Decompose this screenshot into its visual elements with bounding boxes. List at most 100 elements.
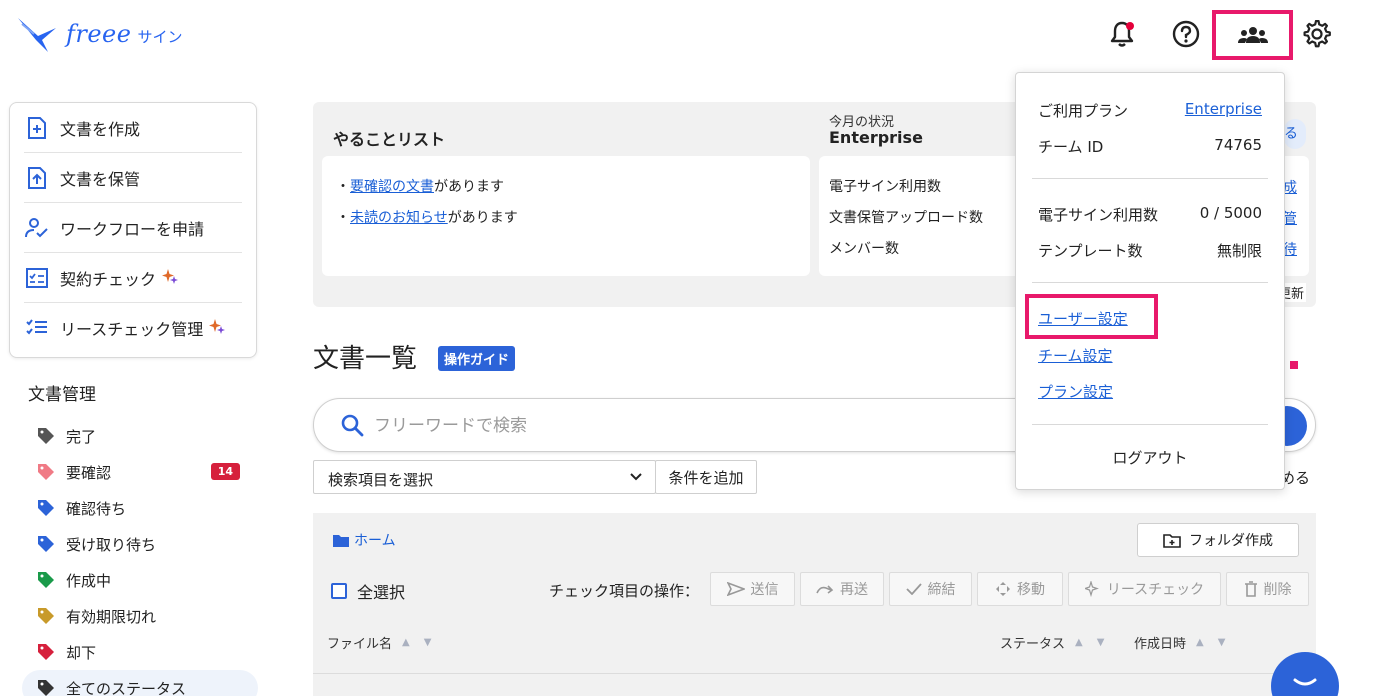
logo-suffix: サイン: [137, 27, 183, 46]
send-button[interactable]: 送信: [710, 572, 795, 606]
workflow-request-button[interactable]: ワークフローを申請: [24, 203, 242, 253]
esign-label: 電子サイン利用数: [1038, 206, 1159, 224]
search-field-select-value: 検索項目を選択: [328, 471, 434, 489]
column-filename-label: ファイル名: [327, 637, 393, 652]
move-button[interactable]: 移動: [977, 572, 1063, 606]
folder-plus-icon: [1163, 533, 1181, 548]
status-label: 要確認: [66, 463, 112, 482]
conclude-button[interactable]: 締結: [889, 572, 972, 606]
app-header: freee サイン: [0, 0, 1374, 70]
plan-settings-link[interactable]: プラン設定: [1038, 381, 1113, 402]
settings-button[interactable]: [1299, 16, 1335, 52]
plan-link[interactable]: Enterprise: [1185, 100, 1262, 121]
sort-arrows-icon[interactable]: ▲▼: [1196, 637, 1239, 648]
tag-icon: [38, 536, 54, 552]
column-status-label: ステータス: [1000, 637, 1066, 652]
status-expired[interactable]: 有効期限切れ: [22, 598, 258, 634]
select-all-checkbox[interactable]: 全選択: [331, 579, 405, 603]
help-button[interactable]: [1168, 16, 1204, 52]
sort-arrows-icon[interactable]: ▲▼: [1075, 637, 1118, 648]
sidebar-action-card: 文書を作成 文書を保管 ワークフローを申請 契約チェック リースチェック管理: [9, 102, 257, 358]
contract-check-button[interactable]: 契約チェック: [24, 253, 242, 303]
bird-logo-icon: [18, 18, 56, 52]
lease-check-op-label: リースチェック: [1106, 582, 1205, 598]
create-document-label: 文書を作成: [60, 119, 141, 139]
chat-icon: [1293, 678, 1317, 686]
status-all[interactable]: 全てのステータス: [22, 670, 258, 696]
resend-button[interactable]: 再送: [800, 572, 884, 606]
conclude-label: 締結: [927, 582, 956, 598]
notification-button[interactable]: [1104, 16, 1140, 52]
status-label: 却下: [66, 643, 97, 662]
tag-icon: [38, 680, 54, 696]
operation-guide-button[interactable]: 操作ガイド: [438, 346, 516, 371]
team-button[interactable]: [1212, 10, 1293, 60]
status-awaiting-receipt[interactable]: 受け取り待ち: [22, 526, 258, 562]
partially-hidden-link[interactable]: 管: [1283, 208, 1297, 228]
store-document-button[interactable]: 文書を保管: [24, 153, 242, 203]
column-filename[interactable]: ファイル名 ▲▼: [327, 633, 445, 652]
contract-check-label: 契約チェック: [60, 269, 157, 289]
delete-label: 削除: [1263, 582, 1292, 598]
template-row: テンプレート数 無制限: [1038, 240, 1262, 261]
breadcrumb[interactable]: ホーム: [333, 530, 396, 550]
move-label: 移動: [1017, 582, 1045, 598]
column-status[interactable]: ステータス ▲▼: [1000, 633, 1118, 652]
logo-word: freee: [66, 20, 132, 48]
freeword-search-input[interactable]: [374, 413, 974, 439]
column-created-label: 作成日時: [1134, 637, 1187, 652]
status-filter-list: 完了 要確認 14 確認待ち 受け取り待ち 作成中 有効期限切れ 却下 全てのス…: [22, 418, 258, 696]
lease-check-button[interactable]: リースチェック管理: [24, 303, 242, 353]
user-check-icon: [24, 215, 50, 241]
freee-sign-logo[interactable]: freee サイン: [16, 14, 182, 54]
todo-suffix: があります: [434, 179, 504, 195]
user-settings-link[interactable]: ユーザー設定: [1038, 308, 1128, 329]
status-label: 有効期限切れ: [66, 607, 157, 626]
annotation-marker: [1290, 361, 1298, 369]
template-label: テンプレート数: [1038, 242, 1143, 260]
status-awaiting-confirmation[interactable]: 確認待ち: [22, 490, 258, 526]
header-divider: [313, 673, 1316, 674]
status-rejected[interactable]: 却下: [22, 634, 258, 670]
add-condition-button[interactable]: 条件を追加: [655, 460, 757, 494]
tag-icon: [38, 608, 54, 624]
lease-check-op-button[interactable]: リースチェック: [1068, 572, 1221, 606]
resend-label: 再送: [840, 582, 868, 598]
sort-arrows-icon[interactable]: ▲▼: [402, 637, 445, 648]
plan-row: ご利用プラン Enterprise: [1038, 100, 1262, 121]
team-icon: [1237, 27, 1268, 43]
status-needs-review[interactable]: 要確認 14: [22, 454, 258, 490]
tag-icon: [38, 644, 54, 660]
file-upload-icon: [24, 165, 50, 191]
team-settings-link[interactable]: チーム設定: [1038, 345, 1113, 366]
workflow-request-label: ワークフローを申請: [60, 219, 205, 239]
column-created[interactable]: 作成日時 ▲▼: [1134, 633, 1239, 652]
needs-review-link[interactable]: 要確認の文書: [350, 179, 434, 195]
send-label: 送信: [750, 582, 779, 598]
checklist-icon: [24, 315, 50, 341]
status-label: 確認待ち: [66, 499, 127, 518]
file-list-panel: ホーム フォルダ作成 全選択 チェック項目の操作： 送信 再送 締結 移動 リー…: [313, 513, 1316, 696]
gear-icon: [1303, 20, 1331, 48]
todo-item: ・要確認の文書があります: [336, 176, 796, 207]
esign-value: 0 / 5000: [1199, 204, 1262, 222]
checkbox[interactable]: [331, 583, 347, 599]
partially-hidden-button[interactable]: る: [1284, 119, 1306, 149]
help-icon: [1172, 20, 1200, 48]
breadcrumb-home: ホーム: [354, 533, 396, 549]
chat-support-button[interactable]: [1271, 652, 1339, 696]
folder-icon: [333, 534, 349, 547]
search-field-select[interactable]: 検索項目を選択: [313, 460, 656, 494]
partially-hidden-link[interactable]: 待: [1283, 239, 1297, 259]
partially-hidden-link[interactable]: 成: [1283, 177, 1297, 197]
logout-button[interactable]: ログアウト: [1016, 447, 1284, 468]
status-label: 作成中: [66, 571, 112, 590]
tag-icon: [38, 464, 54, 480]
delete-button[interactable]: 削除: [1226, 572, 1309, 606]
unread-notices-link[interactable]: 未読のお知らせ: [350, 210, 448, 226]
status-completed[interactable]: 完了: [22, 418, 258, 454]
divider: [1032, 178, 1268, 179]
create-folder-button[interactable]: フォルダ作成: [1137, 523, 1299, 557]
create-document-button[interactable]: 文書を作成: [24, 103, 242, 153]
status-draft[interactable]: 作成中: [22, 562, 258, 598]
